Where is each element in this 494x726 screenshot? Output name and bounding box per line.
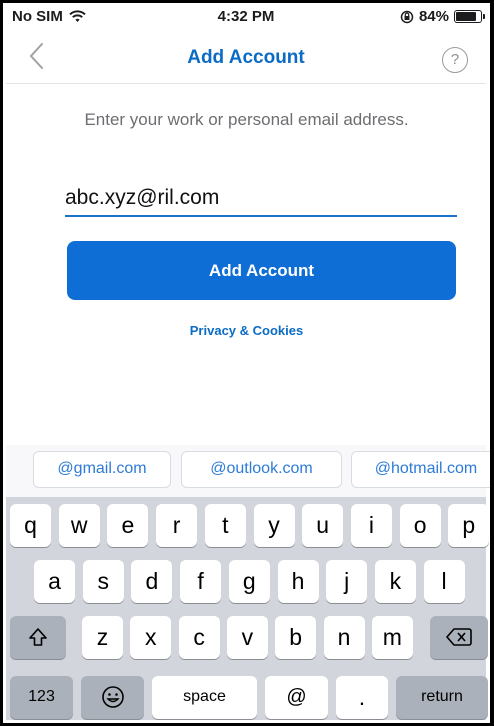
status-right: 84%	[400, 8, 485, 25]
instruction-text: Enter your work or personal email addres…	[84, 110, 409, 129]
space-key[interactable]: space	[152, 676, 257, 719]
suggestion-outlook[interactable]: @outlook.com	[181, 451, 342, 488]
key-u[interactable]: u	[302, 504, 344, 547]
shift-icon	[29, 628, 47, 646]
key-h[interactable]: h	[277, 560, 319, 603]
nav-bar: Add Account ?	[6, 29, 486, 84]
key-j[interactable]: j	[326, 560, 368, 603]
at-key[interactable]: @	[265, 676, 328, 719]
key-z[interactable]: z	[82, 616, 123, 659]
key-v[interactable]: v	[226, 616, 268, 659]
key-a[interactable]: a	[34, 560, 75, 603]
battery-icon	[454, 10, 485, 23]
key-c[interactable]: c	[178, 616, 220, 659]
shift-key[interactable]	[10, 616, 66, 659]
key-x[interactable]: x	[130, 616, 172, 659]
page-title: Add Account	[187, 47, 305, 68]
suggestion-gmail[interactable]: @gmail.com	[33, 451, 171, 488]
keyboard: 123 space @ . return qwertyuiop asdfghjkl…	[6, 497, 490, 720]
key-n[interactable]: n	[323, 616, 365, 659]
status-bar: No SIM 4:32 PM 84%	[6, 6, 486, 28]
backspace-key[interactable]	[430, 616, 488, 659]
key-f[interactable]: f	[180, 560, 222, 603]
return-key[interactable]: return	[396, 676, 488, 719]
dot-key[interactable]: .	[336, 676, 388, 719]
emoji-icon	[101, 686, 124, 708]
key-s[interactable]: s	[82, 560, 124, 603]
battery-fill	[456, 12, 477, 21]
emoji-key[interactable]	[81, 676, 144, 719]
key-e[interactable]: e	[107, 504, 149, 547]
backspace-icon	[446, 628, 472, 646]
help-button[interactable]: ?	[442, 47, 468, 73]
privacy-cookies-link[interactable]: Privacy & Cookies	[3, 323, 490, 338]
key-o[interactable]: o	[399, 504, 441, 547]
key-l[interactable]: l	[423, 560, 465, 603]
suggestion-hotmail[interactable]: @hotmail.com	[351, 451, 490, 488]
domain-suggestions: @gmail.com @outlook.com @hotmail.com	[6, 445, 490, 501]
email-input[interactable]	[65, 181, 457, 217]
rotation-lock-icon	[400, 10, 414, 23]
key-p[interactable]: p	[448, 504, 490, 547]
key-w[interactable]: w	[58, 504, 100, 547]
key-r[interactable]: r	[156, 504, 198, 547]
key-k[interactable]: k	[374, 560, 416, 603]
battery-percent: 84%	[418, 8, 449, 25]
phone-screen: No SIM 4:32 PM 84% Add Account ? Enter y…	[0, 0, 494, 726]
key-q[interactable]: q	[10, 504, 51, 547]
key-t[interactable]: t	[204, 504, 246, 547]
key-y[interactable]: y	[253, 504, 295, 547]
key-g[interactable]: g	[228, 560, 270, 603]
key-d[interactable]: d	[131, 560, 173, 603]
key-b[interactable]: b	[275, 616, 317, 659]
numbers-key[interactable]: 123	[10, 676, 73, 719]
add-account-button[interactable]: Add Account	[67, 241, 456, 300]
key-i[interactable]: i	[350, 504, 392, 547]
key-m[interactable]: m	[371, 616, 413, 659]
